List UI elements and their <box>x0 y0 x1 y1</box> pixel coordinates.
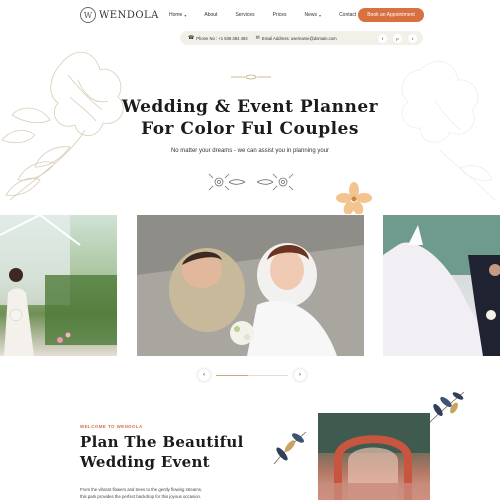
couple-field-illustration <box>383 215 500 356</box>
nav-about[interactable]: About <box>204 12 217 18</box>
nav-home-label: Home <box>169 12 183 18</box>
nav-contact-label: Contact <box>339 12 357 18</box>
logo[interactable]: W WENDOLA <box>80 7 159 23</box>
nav-services[interactable]: Services <box>235 12 254 18</box>
chevron-down-icon: ▾ <box>319 12 322 18</box>
email-text: Email Address: username@domain.com <box>261 35 337 41</box>
logo-text: WENDOLA <box>99 9 159 21</box>
gallery-photo-couple-embrace[interactable] <box>137 215 364 356</box>
section-eyebrow: WELCOME TO WENDOLA <box>80 424 143 429</box>
nav-news-label: News <box>304 12 318 18</box>
nav-about-label: About <box>204 12 218 18</box>
slider-progress-track[interactable] <box>216 375 288 376</box>
hero-title-line2: For Color Ful Couples <box>141 119 359 139</box>
email-info[interactable]: ✉ Email Address: username@domain.com <box>256 35 337 41</box>
ornament-divider-icon <box>231 74 271 80</box>
hero-title-line1: Wedding & Event Planner <box>121 97 379 117</box>
venue-arch-photo[interactable] <box>318 413 430 500</box>
site-header: W WENDOLA Home ▾ About Services Prices N… <box>0 0 500 30</box>
venue-arch-illustration <box>318 413 430 500</box>
phone-text: Phone No : +1 836 384 493 <box>196 35 248 41</box>
section-title: Plan The Beautiful Wedding Event <box>80 432 280 472</box>
chevron-left-icon: ‹ <box>203 372 205 378</box>
nav-contact[interactable]: Contact <box>339 12 356 18</box>
section-description-line2: this park provides the perfect backdrop … <box>80 494 202 499</box>
phone-icon: ☎ <box>188 35 195 41</box>
gallery-photo-couple-field[interactable] <box>383 215 500 356</box>
leaf-sprig-icon <box>273 431 307 465</box>
nav-services-label: Services <box>235 12 255 18</box>
slider-next-button[interactable]: › <box>294 369 306 381</box>
logo-mark-icon: W <box>80 7 96 23</box>
leaf-sprig-icon <box>427 391 465 425</box>
gallery-photo-bride-garden[interactable] <box>0 215 117 356</box>
hero-subtitle: No matter your dreams - we can assist yo… <box>170 148 330 154</box>
nav-home[interactable]: Home ▾ <box>169 12 186 18</box>
peach-flower-icon <box>336 182 372 214</box>
nav-news[interactable]: News ▾ <box>305 12 322 18</box>
chevron-down-icon: ▾ <box>184 12 187 18</box>
main-nav: Home ▾ About Services Prices News ▾ Cont… <box>169 12 374 18</box>
mail-icon: ✉ <box>255 35 260 41</box>
nav-prices[interactable]: Prices <box>273 12 287 18</box>
gallery-slider-controls: ‹ › <box>198 369 306 383</box>
nav-prices-label: Prices <box>272 12 287 18</box>
book-appointment-button[interactable]: Book an Appointment <box>358 8 424 22</box>
chevron-right-icon: › <box>299 372 301 378</box>
hero-title: Wedding & Event Planner For Color Ful Co… <box>80 96 420 140</box>
slider-progress-fill <box>216 375 249 376</box>
couple-embrace-illustration <box>137 215 364 356</box>
section-description-line1: From the vibrant flowers and trees to th… <box>80 487 203 492</box>
slider-prev-button[interactable]: ‹ <box>198 369 210 381</box>
bride-garden-illustration <box>0 215 117 356</box>
flower-divider-icon <box>208 173 294 191</box>
section-description: From the vibrant flowers and trees to th… <box>80 486 280 500</box>
section-title-line2: Wedding Event <box>80 453 210 471</box>
section-title-line1: Plan The Beautiful <box>80 433 244 451</box>
phone-info[interactable]: ☎ Phone No : +1 836 384 493 <box>188 35 248 41</box>
